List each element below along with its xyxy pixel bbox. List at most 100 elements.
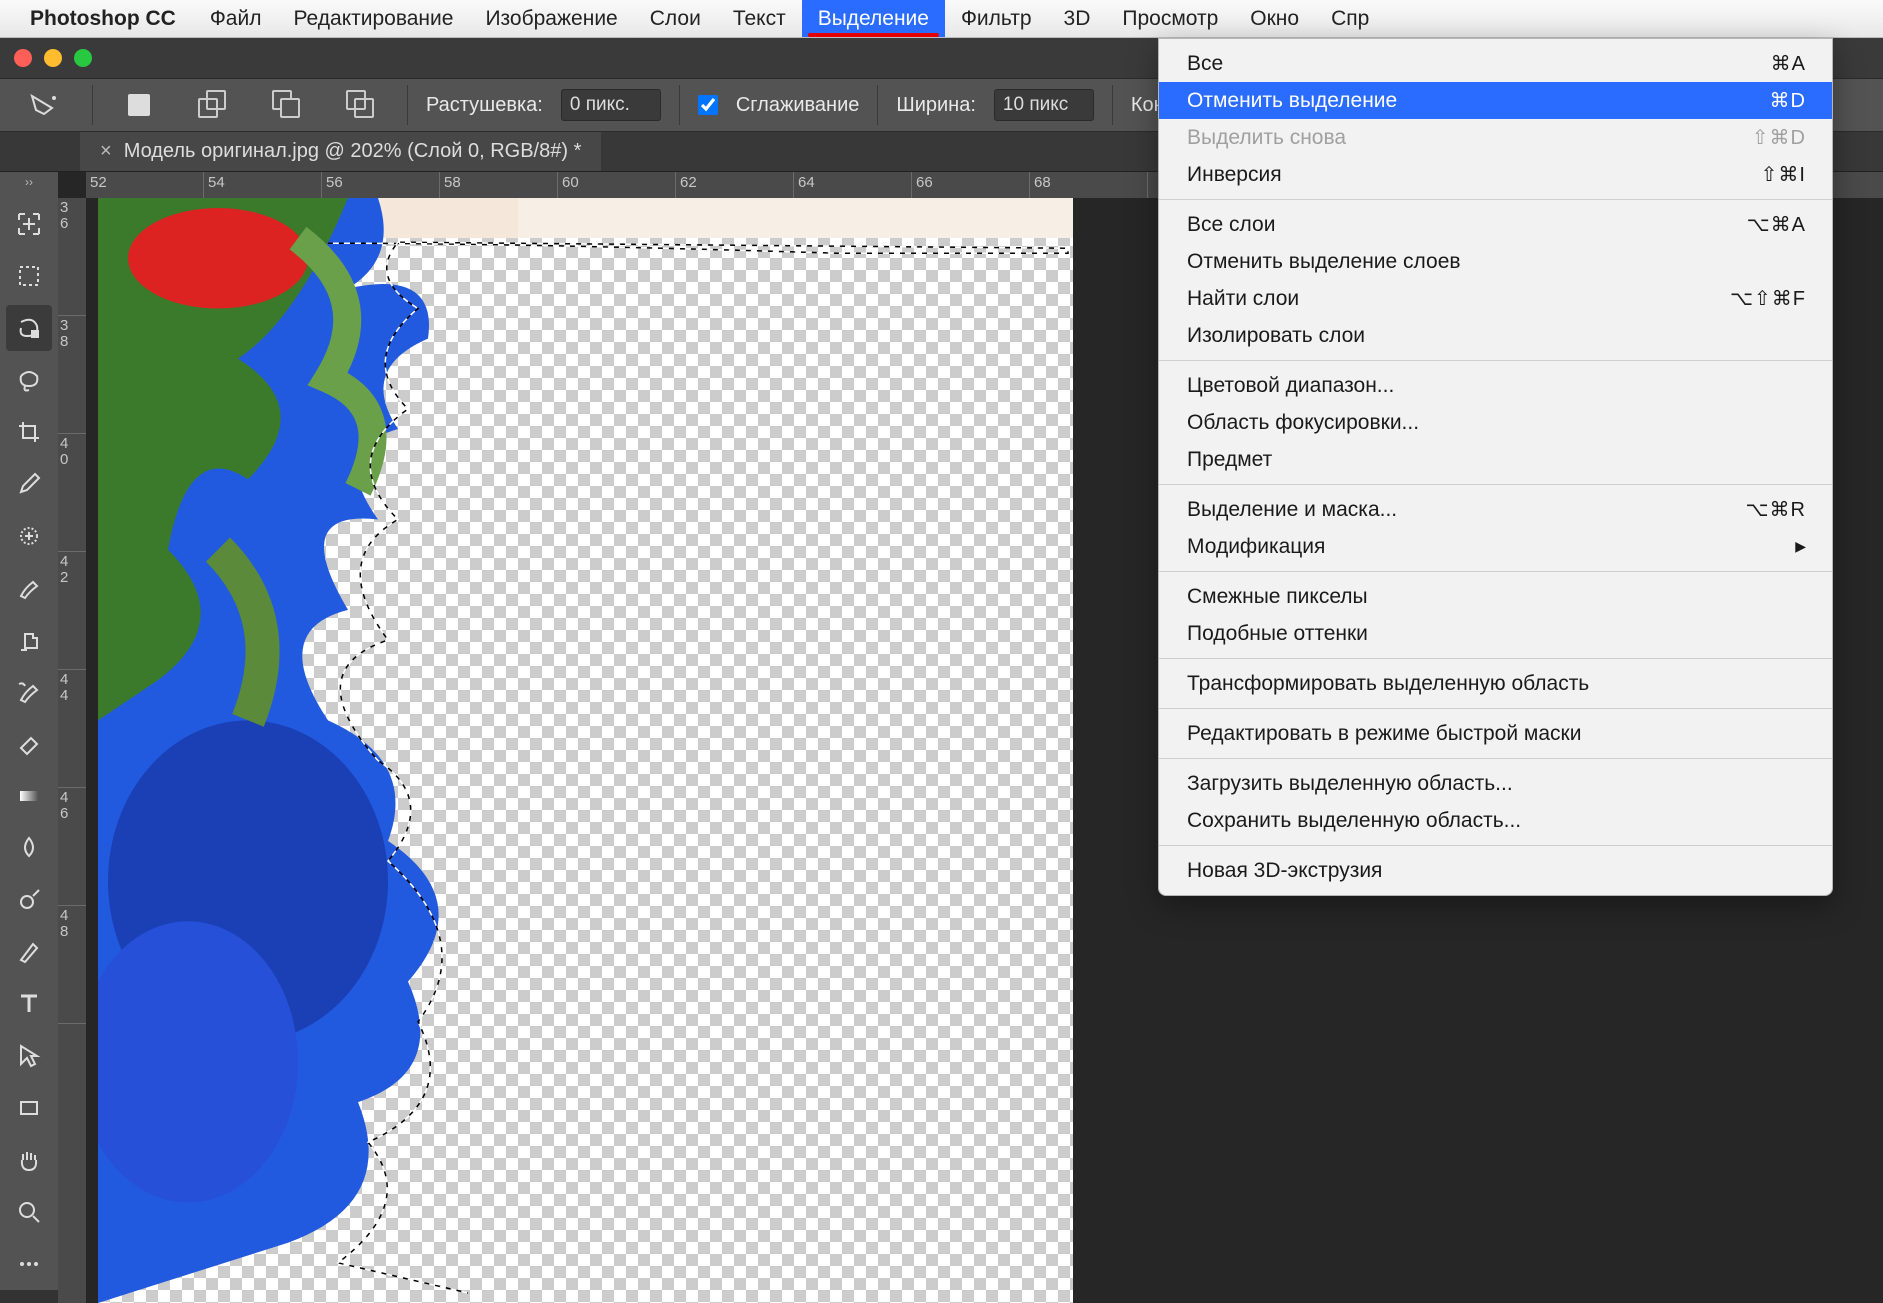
tool-magnetic-lasso[interactable] — [6, 305, 52, 351]
close-tab-icon[interactable]: × — [100, 140, 112, 163]
menu-item-label: Новая 3D-экструзия — [1187, 859, 1382, 883]
width-label: Ширина: — [896, 94, 976, 117]
image-content — [98, 198, 518, 1303]
tool-move[interactable] — [6, 201, 52, 247]
tools-panel — [0, 192, 58, 1290]
menu-item-модификация[interactable]: Модификация ▶ — [1159, 528, 1832, 565]
ruler-vertical[interactable]: 36384042444648 — [58, 198, 86, 1303]
shortcut-label: ⇧⌘D — [1752, 125, 1806, 150]
menu-item-label: Область фокусировки... — [1187, 411, 1419, 435]
menu-изображение[interactable]: Изображение — [469, 0, 633, 37]
shortcut-label: ⇧⌘I — [1761, 162, 1806, 187]
tool-dodge[interactable] — [6, 877, 52, 923]
tool-blur[interactable] — [6, 825, 52, 871]
tool-crop[interactable] — [6, 409, 52, 455]
close-window-button[interactable] — [14, 49, 32, 67]
menu-item-отменить-выделение-слоев[interactable]: Отменить выделение слоев — [1159, 243, 1832, 280]
selection-intersect-button[interactable] — [333, 85, 389, 125]
feather-label: Растушевка: — [426, 94, 543, 117]
menu-item-загрузить-выделенную-область-[interactable]: Загрузить выделенную область... — [1159, 765, 1832, 802]
tool-history-brush[interactable] — [6, 669, 52, 715]
menu-item-label: Предмет — [1187, 448, 1272, 472]
menu-item-все-слои[interactable]: Все слои ⌥⌘A — [1159, 206, 1832, 243]
menu-item-label: Трансформировать выделенную область — [1187, 672, 1589, 696]
menu-item-предмет[interactable]: Предмет — [1159, 441, 1832, 478]
menu-item-label: Загрузить выделенную область... — [1187, 772, 1513, 796]
menu-item-инверсия[interactable]: Инверсия ⇧⌘I — [1159, 156, 1832, 193]
tab-title: Модель оригинал.jpg @ 202% (Слой 0, RGB/… — [124, 140, 582, 163]
menu-item-все[interactable]: Все ⌘A — [1159, 45, 1832, 82]
document-canvas[interactable] — [98, 198, 1073, 1303]
tool-zoom[interactable] — [6, 1189, 52, 1235]
menu-item-трансформировать-выделенную-область[interactable]: Трансформировать выделенную область — [1159, 665, 1832, 702]
menu-item-label: Инверсия — [1187, 163, 1282, 187]
menu-item-label: Выделение и маска... — [1187, 498, 1397, 522]
menu-item-label: Модификация — [1187, 535, 1325, 559]
menu-item-новая-3d-экструзия[interactable]: Новая 3D-экструзия — [1159, 852, 1832, 889]
menu-текст[interactable]: Текст — [717, 0, 802, 37]
submenu-arrow-icon: ▶ — [1795, 538, 1806, 555]
menu-item-подобные-оттенки[interactable]: Подобные оттенки — [1159, 615, 1832, 652]
tool-rectangle[interactable] — [6, 1085, 52, 1131]
shortcut-label: ⌥⌘A — [1747, 212, 1806, 237]
tool-preset-button[interactable] — [18, 85, 74, 125]
tool-type[interactable] — [6, 981, 52, 1027]
menu-слои[interactable]: Слои — [634, 0, 717, 37]
menu-спр[interactable]: Спр — [1315, 0, 1385, 37]
menu-item-label: Отменить выделение слоев — [1187, 250, 1461, 274]
selection-menu-dropdown: Все ⌘A Отменить выделение⌘D Выделить снова ⇧… — [1158, 38, 1833, 896]
maximize-window-button[interactable] — [74, 49, 92, 67]
antialias-checkbox[interactable] — [698, 95, 718, 115]
menu-item-смежные-пикселы[interactable]: Смежные пикселы — [1159, 578, 1832, 615]
feather-input[interactable] — [561, 89, 661, 121]
menu-item-label: Сохранить выделенную область... — [1187, 809, 1521, 833]
width-input[interactable] — [994, 89, 1094, 121]
tool-marquee[interactable] — [6, 253, 52, 299]
menu-item-label: Смежные пикселы — [1187, 585, 1368, 609]
menu-выделение[interactable]: Выделение — [802, 0, 945, 37]
menu-item-найти-слои[interactable]: Найти слои⌥⇧⌘F — [1159, 280, 1832, 317]
tool-brush[interactable] — [6, 565, 52, 611]
menubar: Photoshop CC ФайлРедактированиеИзображен… — [0, 0, 1883, 38]
minimize-window-button[interactable] — [44, 49, 62, 67]
document-tab[interactable]: × Модель оригинал.jpg @ 202% (Слой 0, RG… — [80, 132, 601, 171]
menu-item-label: Найти слои — [1187, 287, 1299, 311]
tool-eraser[interactable] — [6, 721, 52, 767]
tool-hand[interactable] — [6, 1137, 52, 1183]
menu-item-label: Подобные оттенки — [1187, 622, 1368, 646]
selection-subtract-button[interactable] — [259, 85, 315, 125]
menu-фильтр[interactable]: Фильтр — [945, 0, 1048, 37]
menu-item-отменить-выделение[interactable]: Отменить выделение⌘D — [1159, 82, 1832, 119]
menu-item-цветовой-диапазон-[interactable]: Цветовой диапазон... — [1159, 367, 1832, 404]
menu-item-label: Цветовой диапазон... — [1187, 374, 1394, 398]
tool-spot-heal[interactable] — [6, 513, 52, 559]
menu-item-label: Выделить снова — [1187, 126, 1346, 150]
antialias-label: Сглаживание — [736, 94, 860, 117]
shortcut-label: ⌘D — [1770, 88, 1806, 113]
selection-new-button[interactable] — [111, 85, 167, 125]
menu-просмотр[interactable]: Просмотр — [1106, 0, 1234, 37]
tool-gradient[interactable] — [6, 773, 52, 819]
menu-item-label: Все — [1187, 52, 1223, 76]
selection-add-button[interactable] — [185, 85, 241, 125]
menu-окно[interactable]: Окно — [1234, 0, 1315, 37]
menu-item-редактировать-в-режиме-быстрой-маски[interactable]: Редактировать в режиме быстрой маски — [1159, 715, 1832, 752]
shortcut-label: ⌘A — [1771, 51, 1806, 76]
menu-item-label: Изолировать слои — [1187, 324, 1365, 348]
menu-item-сохранить-выделенную-область-[interactable]: Сохранить выделенную область... — [1159, 802, 1832, 839]
tool-pen[interactable] — [6, 929, 52, 975]
menu-item-область-фокусировки-[interactable]: Область фокусировки... — [1159, 404, 1832, 441]
menu-item-label: Все слои — [1187, 213, 1275, 237]
menu-редактирование[interactable]: Редактирование — [277, 0, 469, 37]
tool-panel-expander[interactable]: ›› — [0, 172, 58, 192]
menu-3d[interactable]: 3D — [1048, 0, 1107, 37]
menu-item-изолировать-слои[interactable]: Изолировать слои — [1159, 317, 1832, 354]
tool-lasso[interactable] — [6, 357, 52, 403]
tool-more[interactable] — [6, 1241, 52, 1287]
menu-файл[interactable]: Файл — [194, 0, 278, 37]
tool-path-select[interactable] — [6, 1033, 52, 1079]
app-name[interactable]: Photoshop CC — [30, 7, 176, 31]
tool-eyedropper[interactable] — [6, 461, 52, 507]
menu-item-выделение-и-маска-[interactable]: Выделение и маска...⌥⌘R — [1159, 491, 1832, 528]
tool-clone[interactable] — [6, 617, 52, 663]
